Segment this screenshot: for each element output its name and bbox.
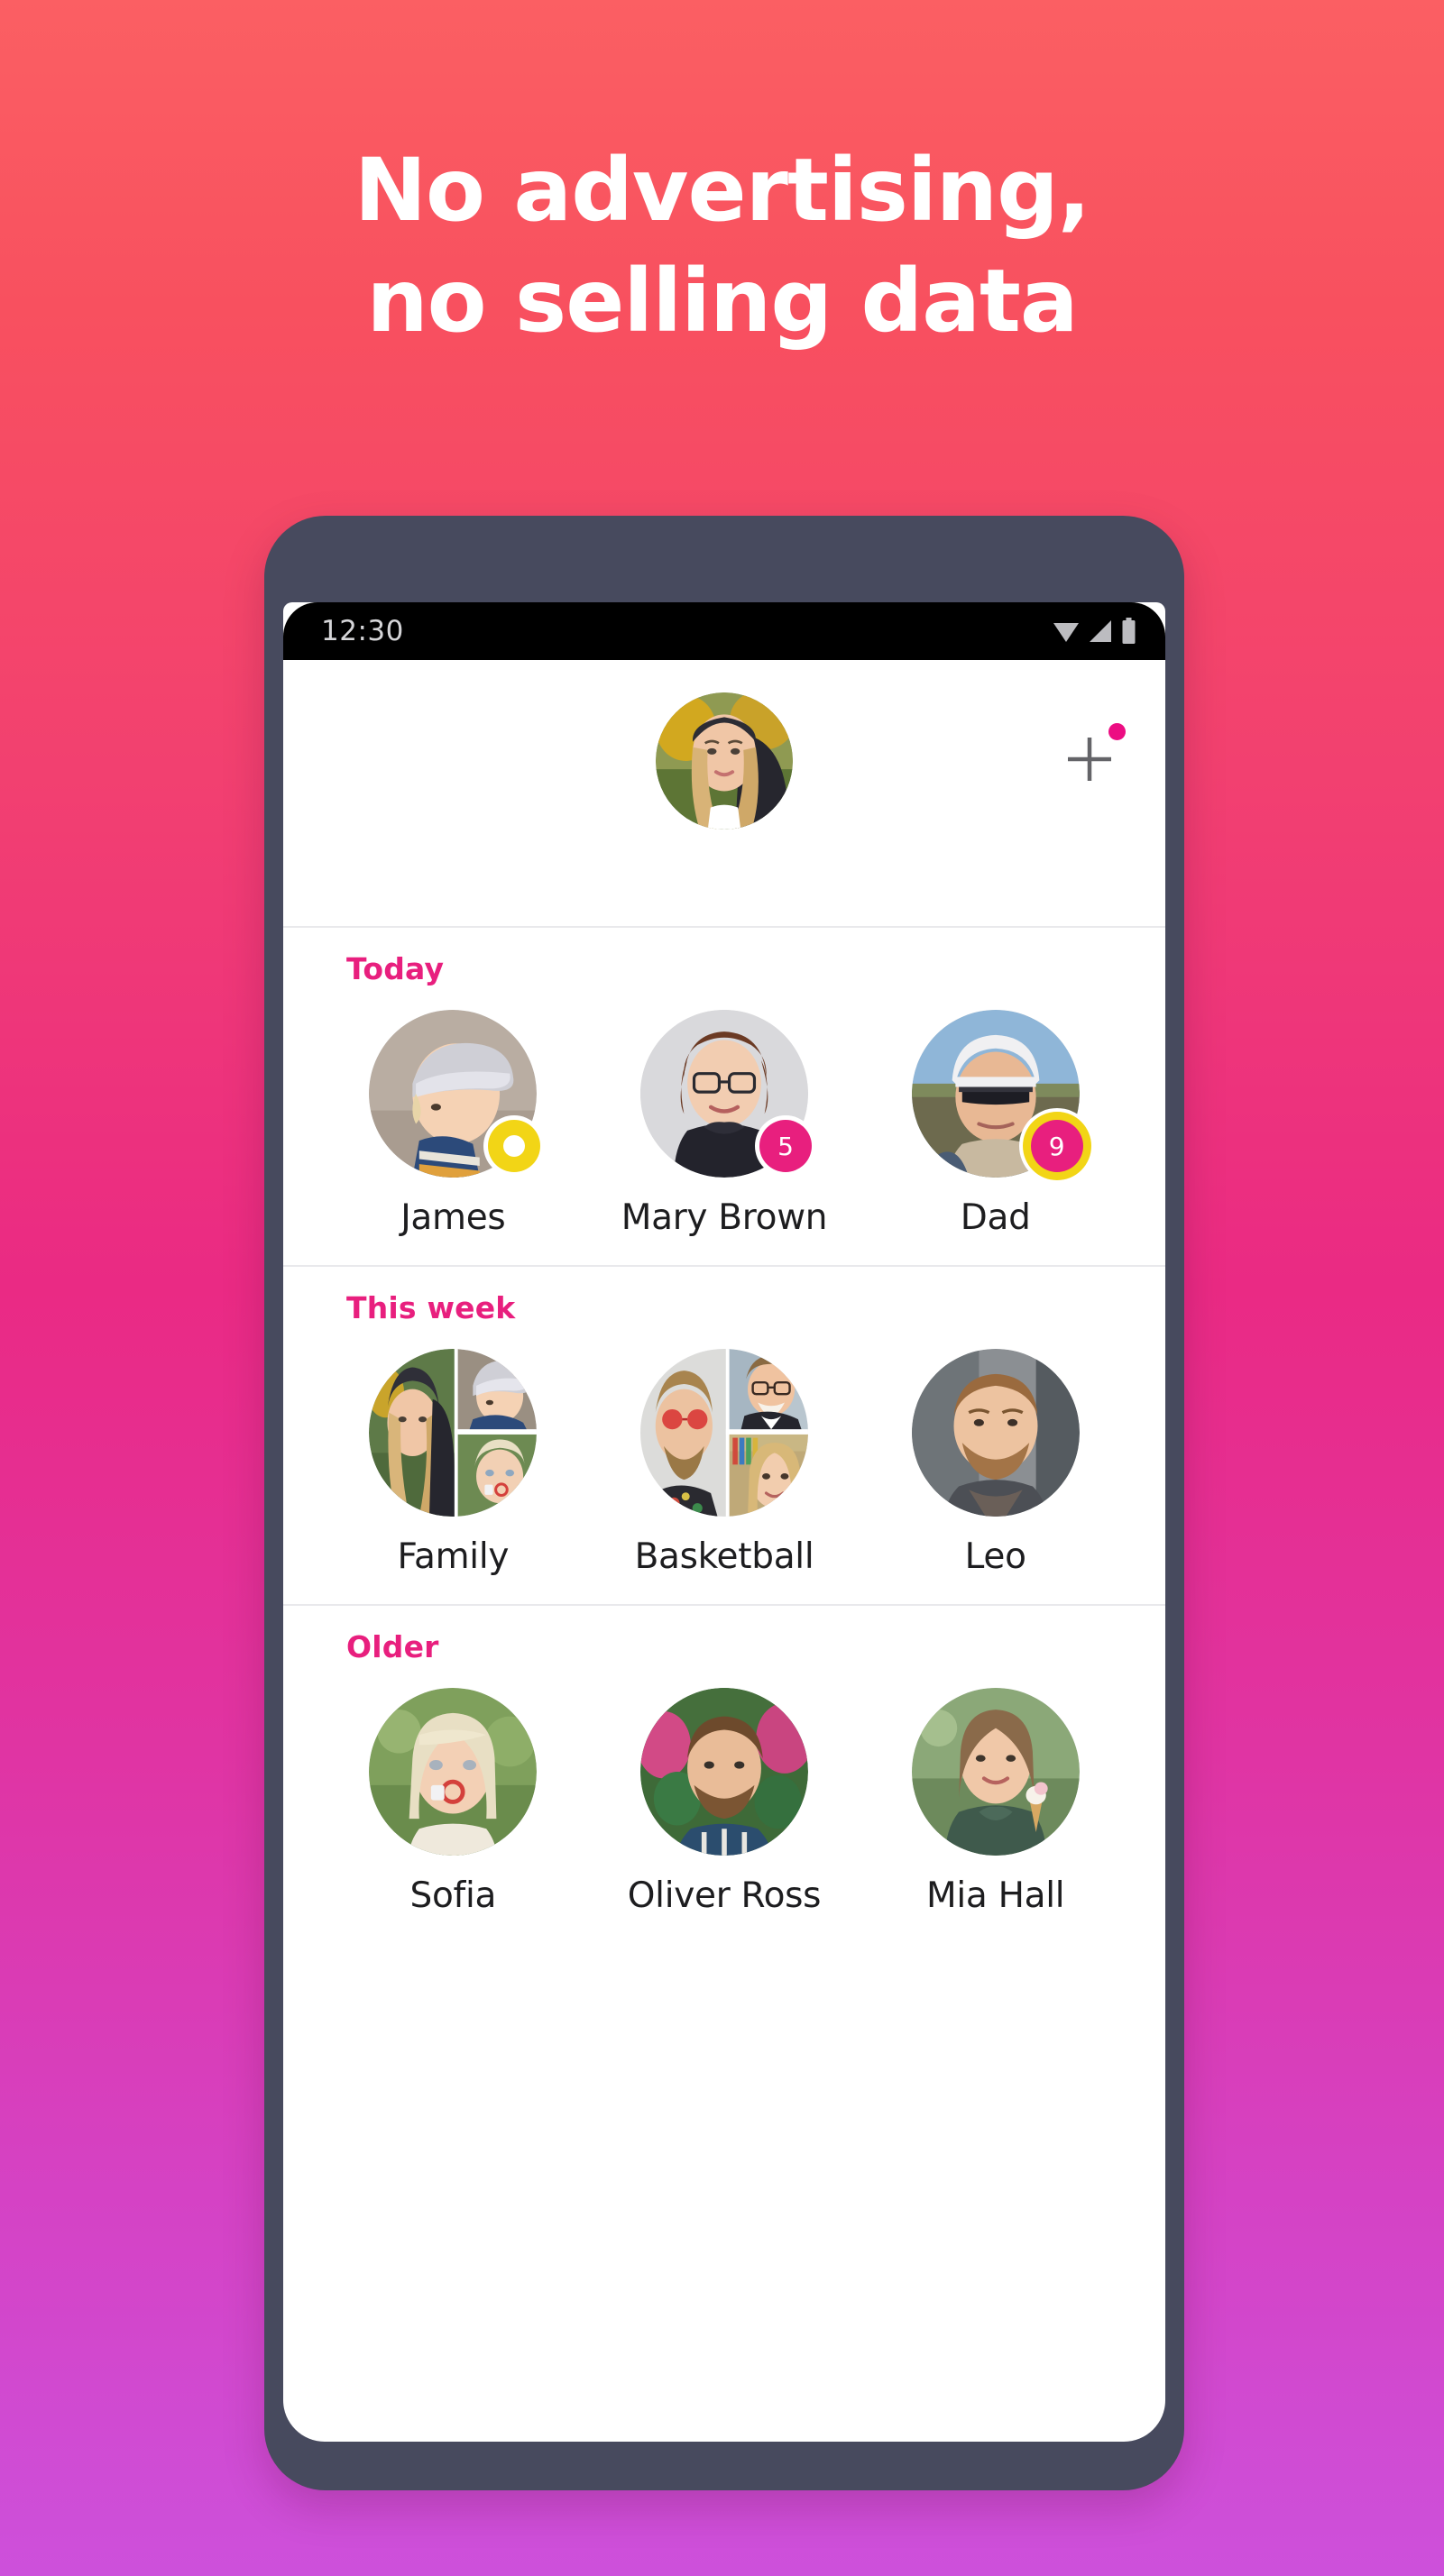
status-bar-time: 12:30	[321, 615, 404, 647]
section-title: Today	[346, 951, 445, 986]
contact-item[interactable]: Basketball	[602, 1349, 846, 1577]
contact-section-this-week: This week Family Basketball Leo	[283, 1267, 1165, 1606]
profile-header	[283, 660, 1165, 928]
contact-row: Family Basketball Leo	[283, 1349, 1165, 1577]
contact-item[interactable]: James	[331, 1010, 575, 1238]
wifi-icon	[1053, 623, 1079, 642]
promo-headline: No advertising, no selling data	[0, 135, 1444, 357]
contact-name: Dad	[960, 1197, 1031, 1238]
avatar-wrapper	[911, 1688, 1080, 1856]
self-avatar-photo	[656, 692, 793, 830]
contact-name: James	[400, 1197, 506, 1238]
contact-name: Family	[397, 1536, 510, 1577]
contact-name: Leo	[964, 1536, 1026, 1577]
avatar-wrapper: 9	[911, 1010, 1083, 1178]
woman-bubbles-photo	[369, 1688, 538, 1856]
contact-item[interactable]: 5 Mary Brown	[602, 1010, 846, 1238]
avatar-wrapper	[369, 1688, 538, 1856]
notification-dot-icon	[1108, 723, 1126, 740]
contact-item[interactable]: Family	[331, 1349, 575, 1577]
contact-item[interactable]: 9 Dad	[874, 1010, 1117, 1238]
unread-badge	[488, 1120, 541, 1172]
contact-item[interactable]: Oliver Ross	[602, 1688, 846, 1916]
woman-icecream-photo	[911, 1688, 1080, 1856]
headline-line-1: No advertising,	[354, 140, 1091, 241]
unread-badge: 9	[1030, 1120, 1083, 1172]
contact-name: Basketball	[634, 1536, 814, 1577]
contact-row: James 5 Mary Brown 9 Dad	[283, 1010, 1165, 1238]
contact-name: Oliver Ross	[627, 1875, 822, 1916]
man-beard-photo	[911, 1349, 1080, 1517]
contact-sections: Today James 5 Mary Brown 9 Dad This week…	[283, 928, 1165, 1943]
status-bar: 12:30	[283, 602, 1165, 660]
contact-section-older: Older Sofia Oliver Ross Mia Hall	[283, 1606, 1165, 1943]
contact-name: Mia Hall	[926, 1875, 1065, 1916]
group-collage-family	[369, 1349, 538, 1517]
avatar-wrapper	[911, 1349, 1080, 1517]
avatar-wrapper: 5	[639, 1010, 812, 1178]
contact-item[interactable]: Leo	[874, 1349, 1117, 1577]
headline-line-2: no selling data	[366, 250, 1078, 352]
contact-name: Sofia	[409, 1875, 497, 1916]
section-title: This week	[346, 1290, 516, 1325]
contact-section-today: Today James 5 Mary Brown 9 Dad	[283, 928, 1165, 1267]
add-contact-button[interactable]	[1061, 730, 1118, 788]
status-bar-icons	[1053, 618, 1136, 645]
unread-badge: 5	[759, 1120, 812, 1172]
battery-icon	[1122, 618, 1136, 644]
contact-item[interactable]: Sofia	[331, 1688, 575, 1916]
section-title: Older	[346, 1629, 439, 1664]
phone-frame: 12:30 Today James 5 Mary Brown 9 Dad Thi…	[264, 516, 1184, 2490]
avatar-wrapper	[639, 1349, 808, 1517]
contact-item[interactable]: Mia Hall	[874, 1688, 1117, 1916]
contact-row: Sofia Oliver Ross Mia Hall	[283, 1688, 1165, 1916]
phone-screen: 12:30 Today James 5 Mary Brown 9 Dad Thi…	[283, 602, 1165, 2442]
promo-background: No advertising, no selling data 12:30 To…	[0, 0, 1444, 2576]
avatar[interactable]	[656, 692, 793, 830]
contact-name: Mary Brown	[621, 1197, 828, 1238]
group-collage-basketball	[639, 1349, 808, 1517]
man-flowers-photo	[639, 1688, 808, 1856]
signal-icon	[1090, 620, 1111, 642]
avatar-wrapper	[369, 1349, 538, 1517]
avatar-wrapper	[639, 1688, 808, 1856]
avatar-wrapper	[369, 1010, 541, 1178]
